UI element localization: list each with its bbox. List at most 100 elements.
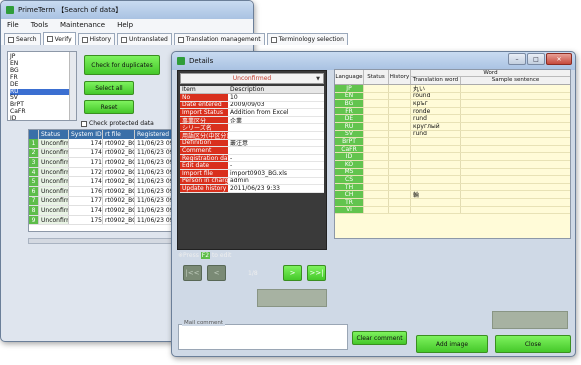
- translation-row[interactable]: CH 輪: [335, 191, 570, 199]
- panel-disabled-button[interactable]: [257, 289, 327, 307]
- translation-row[interactable]: SV rund: [335, 130, 570, 139]
- language-option[interactable]: JP: [10, 53, 74, 61]
- translation-word-cell: [411, 138, 461, 145]
- language-option[interactable]: DE: [10, 81, 74, 89]
- property-key: Edit date: [180, 162, 228, 169]
- translations-table: Language Status History Word Translation…: [334, 69, 571, 239]
- translation-row[interactable]: BrPT: [335, 138, 570, 146]
- property-value: -: [230, 162, 233, 169]
- menu-help[interactable]: Help: [117, 21, 133, 29]
- property-value: 叢注意: [230, 140, 249, 147]
- check-duplicates-button[interactable]: Check for duplicates: [84, 55, 160, 75]
- translation-row[interactable]: ID: [335, 153, 570, 161]
- language-cell: SV: [335, 130, 364, 138]
- status-cell: [364, 85, 389, 92]
- translation-row[interactable]: JP 丸い: [335, 85, 570, 93]
- cell-file: rt0902_BG: [105, 186, 135, 196]
- check-protected-data[interactable]: Check protected data: [81, 120, 154, 127]
- cell-file: rt0902_BG: [105, 177, 135, 186]
- main-title-bar[interactable]: PrimeTerm 【Search of data】: [1, 1, 253, 19]
- translation-row[interactable]: MS: [335, 168, 570, 177]
- translation-row[interactable]: VI: [335, 206, 570, 215]
- next-record-button[interactable]: >: [283, 265, 302, 281]
- app-icon: [6, 6, 14, 14]
- status-cell: [364, 168, 389, 176]
- main-tabs: Search Verify History Untranslated Trans…: [1, 31, 348, 45]
- last-record-button[interactable]: >>|: [307, 265, 326, 281]
- language-option[interactable]: ID: [10, 115, 74, 123]
- maximize-icon[interactable]: □: [527, 53, 545, 65]
- cell-n: 9: [29, 215, 39, 225]
- tab-history[interactable]: History: [77, 33, 116, 45]
- translation-word-cell: [411, 176, 461, 183]
- translation-tab-icon: [177, 36, 184, 43]
- check-protected-checkbox[interactable]: [81, 120, 87, 127]
- sample-sentence-cell: [461, 123, 570, 130]
- tab-verify[interactable]: Verify: [42, 32, 76, 45]
- property-key: 用語区分(中区分): [180, 131, 228, 139]
- clear-comment-button[interactable]: Clear comment: [352, 331, 407, 345]
- translations-header: Language Status History Word Translation…: [335, 70, 570, 85]
- close-icon[interactable]: ✕: [546, 53, 572, 65]
- sample-sentence-cell: [461, 184, 570, 191]
- status-dropdown[interactable]: Unconfirmed ▼: [180, 73, 324, 84]
- translation-word-cell: rund: [411, 130, 461, 138]
- menu-file[interactable]: File: [7, 21, 19, 29]
- reset-button[interactable]: Reset: [84, 100, 134, 114]
- language-option[interactable]: RU: [10, 88, 74, 96]
- details-app-icon: [177, 57, 185, 65]
- translation-row[interactable]: CaFR: [335, 145, 570, 154]
- tab-terminology-selection[interactable]: Terminology selection: [266, 33, 348, 45]
- cell-n: 8: [29, 206, 39, 215]
- minimize-icon[interactable]: –: [508, 53, 526, 65]
- language-option[interactable]: FR: [10, 74, 74, 82]
- sample-sentence-cell: [461, 161, 570, 168]
- mail-comment-input[interactable]: [178, 324, 348, 350]
- record-panel: Unconfirmed ▼ Item Description No 10 Date …: [177, 70, 327, 250]
- menu-tools[interactable]: Tools: [31, 21, 48, 29]
- translation-row[interactable]: CS: [335, 176, 570, 184]
- translation-row[interactable]: TH: [335, 183, 570, 192]
- language-option[interactable]: CaFR: [10, 108, 74, 116]
- add-image-button[interactable]: Add image: [416, 335, 488, 353]
- property-key: Registration day: [180, 154, 228, 162]
- cell-status: Unconfirmed: [39, 215, 69, 225]
- cell-status: Unconfirmed: [39, 196, 69, 206]
- translation-row[interactable]: RU круглый: [335, 122, 570, 131]
- translation-row[interactable]: DE rund: [335, 115, 570, 123]
- property-key: Import file: [180, 169, 228, 177]
- right-disabled-button[interactable]: [492, 311, 568, 329]
- close-button[interactable]: Close: [495, 335, 571, 353]
- menu-maintenance[interactable]: Maintenance: [60, 21, 105, 29]
- sample-sentence-cell: [461, 153, 570, 160]
- language-list-scrollbar[interactable]: [69, 52, 76, 120]
- tab-search[interactable]: Search: [4, 33, 41, 45]
- first-record-button[interactable]: |<<: [183, 265, 202, 281]
- property-value: [228, 147, 324, 154]
- language-option[interactable]: EN: [10, 60, 74, 68]
- cell-n: 4: [29, 167, 39, 177]
- property-row: Import Status Addition from Excel: [180, 109, 324, 117]
- translation-row[interactable]: BG кръг: [335, 100, 570, 108]
- history-cell: [389, 198, 411, 206]
- tab-translation-management[interactable]: Translation management: [173, 33, 265, 45]
- translation-row[interactable]: KO: [335, 160, 570, 169]
- translation-word-cell: [411, 168, 461, 176]
- history-cell: [389, 92, 411, 100]
- property-row: Person in charge admin: [180, 177, 324, 186]
- translation-row[interactable]: FR ronde: [335, 107, 570, 116]
- translation-row[interactable]: TR: [335, 198, 570, 207]
- select-all-button[interactable]: Select all: [84, 81, 134, 95]
- property-key: シリーズ名: [180, 124, 228, 131]
- property-value: [228, 124, 324, 131]
- translation-row[interactable]: EN round: [335, 92, 570, 101]
- cell-id: 174: [69, 139, 103, 148]
- language-checklist[interactable]: JP EN BG FR DE RU SV BrPT CaFR ID: [7, 51, 77, 123]
- translation-word-cell: [411, 206, 461, 214]
- prev-record-button[interactable]: <: [207, 265, 226, 281]
- language-option[interactable]: BG: [10, 67, 74, 75]
- property-value: 2009/09/03: [230, 101, 265, 109]
- tab-untranslated[interactable]: Untranslated: [117, 33, 172, 45]
- translations-body: JP 丸い EN round BG кръг FR ronde DE rund RU круглый S…: [335, 85, 570, 215]
- cell-n: 2: [29, 148, 39, 158]
